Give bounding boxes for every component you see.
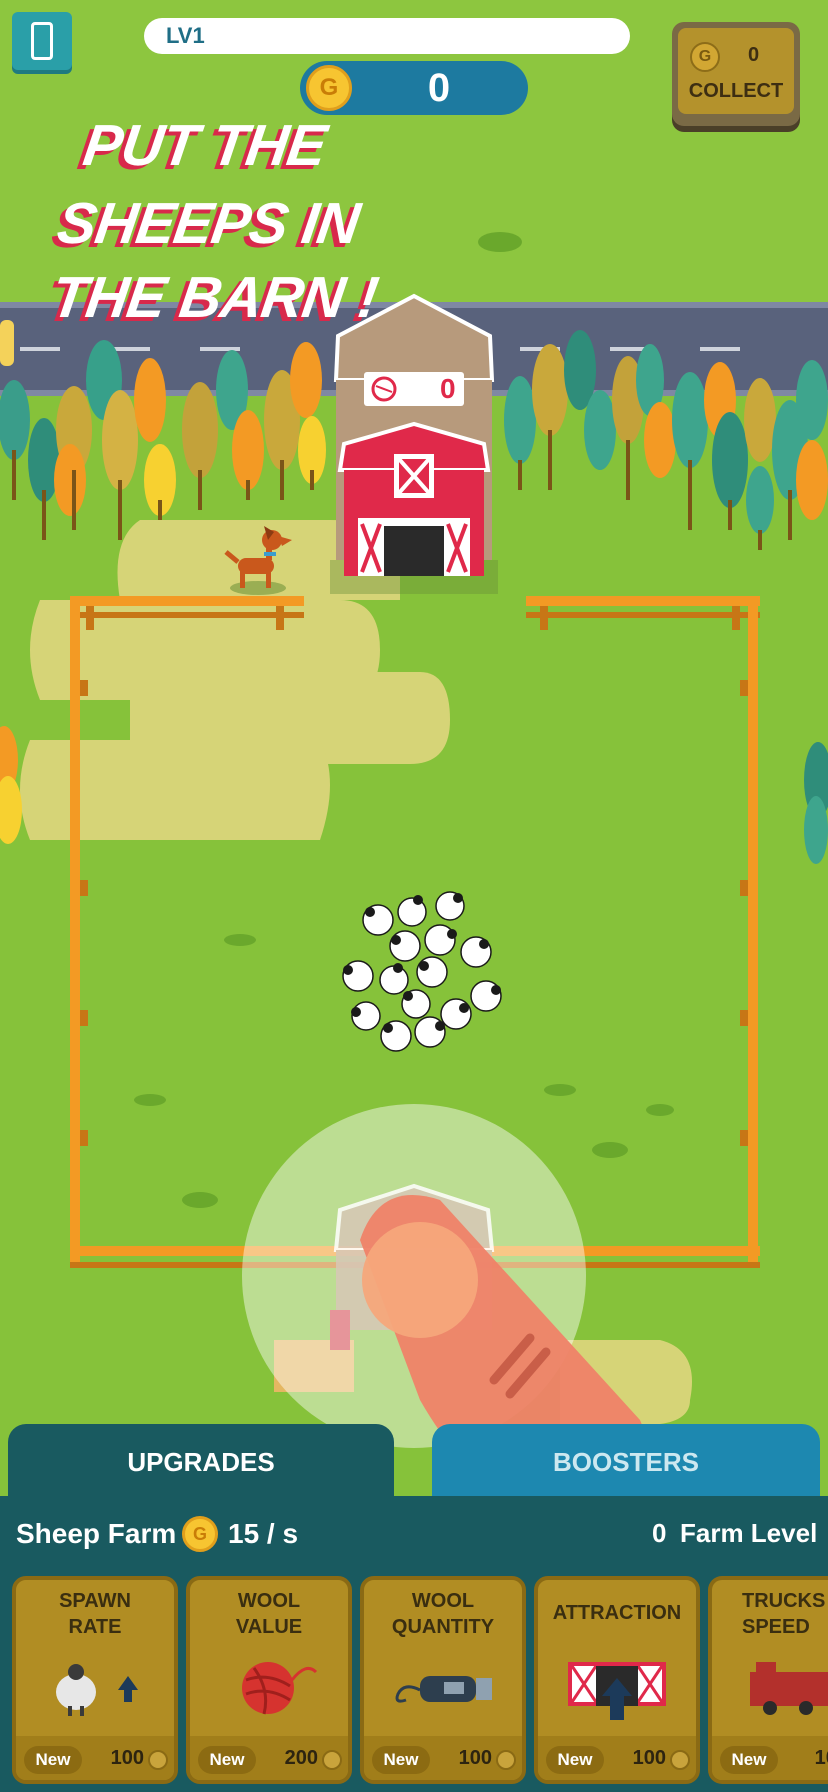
farm-level-value: 0	[652, 1518, 667, 1548]
upgrade-cost: 200	[284, 1747, 318, 1769]
farm-level-label: Farm Level	[680, 1518, 818, 1548]
income-rate: 15 / s	[228, 1518, 299, 1549]
barn-door-arrow-icon	[568, 1662, 666, 1720]
upgrade-card-spawn-rate[interactable]: SPAWN RATE New 100	[12, 1576, 178, 1784]
coin-icon	[322, 1750, 342, 1770]
new-badge: New	[546, 1746, 604, 1774]
upgrade-title: WOOL VALUE	[235, 1590, 303, 1638]
upgrade-card-attraction[interactable]: ATTRACTION New 100	[534, 1576, 700, 1784]
collect-amount: 0	[748, 44, 760, 66]
coin-icon: G	[690, 42, 720, 72]
upgrade-cost: 100	[632, 1747, 666, 1769]
coin-counter: G 0	[300, 61, 528, 115]
upgrade-card-wool-quantity[interactable]: WOOL QUANTITY New 100	[360, 1576, 526, 1784]
upgrade-title: SPAWN RATE	[59, 1590, 131, 1638]
new-badge: New	[198, 1746, 256, 1774]
coin-icon	[670, 1750, 690, 1770]
shears-icon	[395, 1676, 492, 1703]
tab-upgrades[interactable]: UPGRADES	[8, 1424, 394, 1500]
farm-name: Sheep Farm	[16, 1518, 177, 1549]
barn-wool-count: 0	[440, 373, 456, 404]
level-progress-bar: LV1	[144, 18, 630, 54]
barn	[330, 293, 498, 594]
collect-button[interactable]: G 0 COLLECT	[672, 22, 800, 126]
new-badge: New	[24, 1746, 82, 1774]
truck-icon	[750, 1662, 828, 1715]
yarn-ball-icon	[242, 1662, 318, 1715]
new-badge: New	[720, 1746, 778, 1774]
phone-button[interactable]	[12, 12, 72, 70]
coin-icon	[148, 1750, 168, 1770]
upgrade-title: WOOL QUANTITY	[391, 1590, 495, 1638]
phone-icon	[31, 22, 53, 60]
coin-amount: 0	[427, 66, 451, 110]
upgrade-card-trucks-speed[interactable]: TRUCKS SPEED New 100	[708, 1576, 828, 1784]
upgrade-title: TRUCKS SPEED	[742, 1590, 826, 1638]
sheep-arrow-icon	[56, 1664, 138, 1716]
coin-icon	[496, 1750, 516, 1770]
collect-label: COLLECT	[688, 80, 784, 102]
upgrade-cost: 100	[458, 1747, 492, 1769]
upgrade-title: ATTRACTION	[552, 1602, 682, 1624]
upgrade-cost: 100	[814, 1747, 828, 1769]
upgrade-card-wool-value[interactable]: WOOL VALUE New 200	[186, 1576, 352, 1784]
new-badge: New	[372, 1746, 430, 1774]
coin-icon: G	[182, 1516, 218, 1552]
banner-line-1: PUT THE	[79, 113, 330, 178]
tab-boosters[interactable]: BOOSTERS	[432, 1424, 820, 1500]
upgrade-cost: 100	[110, 1747, 144, 1769]
level-label: LV1	[166, 23, 205, 48]
banner-line-2: SHEEPS IN	[53, 191, 364, 256]
coin-icon: G	[306, 65, 352, 111]
banner-line-3: THE BARN !	[47, 265, 382, 330]
